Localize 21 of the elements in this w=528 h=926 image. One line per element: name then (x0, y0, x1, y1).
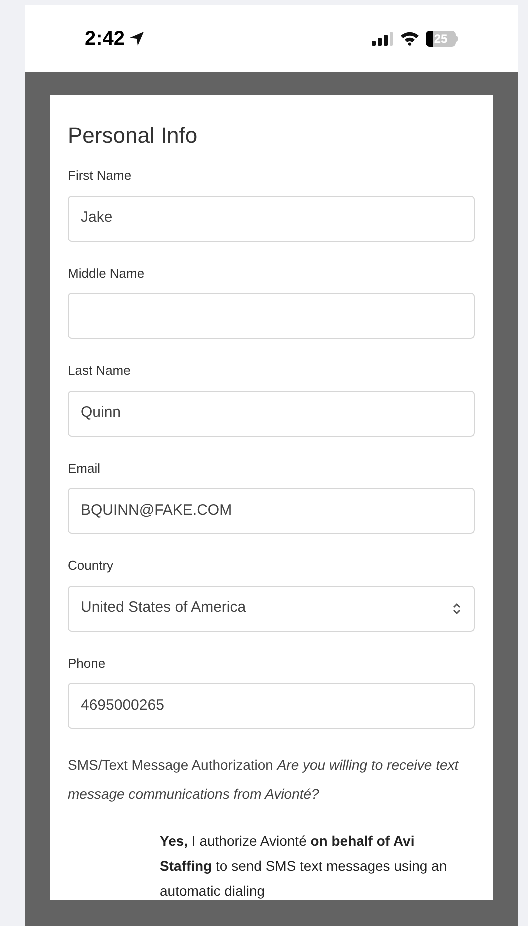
field-label: First Name (68, 167, 133, 185)
field-label: Middle Name (68, 264, 146, 282)
signal-icon (372, 32, 394, 46)
field-label: Email (68, 460, 102, 478)
input-field[interactable] (68, 293, 475, 339)
field-label: Country (68, 557, 115, 575)
wifi-icon (400, 31, 420, 46)
field-label: Last Name (68, 362, 132, 380)
location-arrow-icon (129, 30, 146, 46)
form-title: Personal Info (68, 122, 199, 150)
consent-text: Yes, I authorize Avionté on behalf of Avi Staffing to send SMS text messages using an automatic dialing (160, 832, 448, 900)
input-field[interactable]: Jake (68, 196, 475, 242)
updown-chevron-icon (452, 602, 462, 614)
input-field[interactable]: Quinn (68, 390, 475, 436)
input-field[interactable]: 4695000265 (68, 683, 475, 729)
battery-icon: 25 (426, 30, 458, 46)
sms-authorization-text: SMS/Text Message Authorization Are you willing to receive text message communications from Avionté? (68, 756, 460, 804)
input-field[interactable]: BQUINN@FAKE.COM (68, 488, 475, 534)
country-select[interactable]: United States of America (68, 586, 475, 632)
field-label: Phone (68, 654, 107, 672)
clock-time: 2:42 (85, 26, 126, 52)
